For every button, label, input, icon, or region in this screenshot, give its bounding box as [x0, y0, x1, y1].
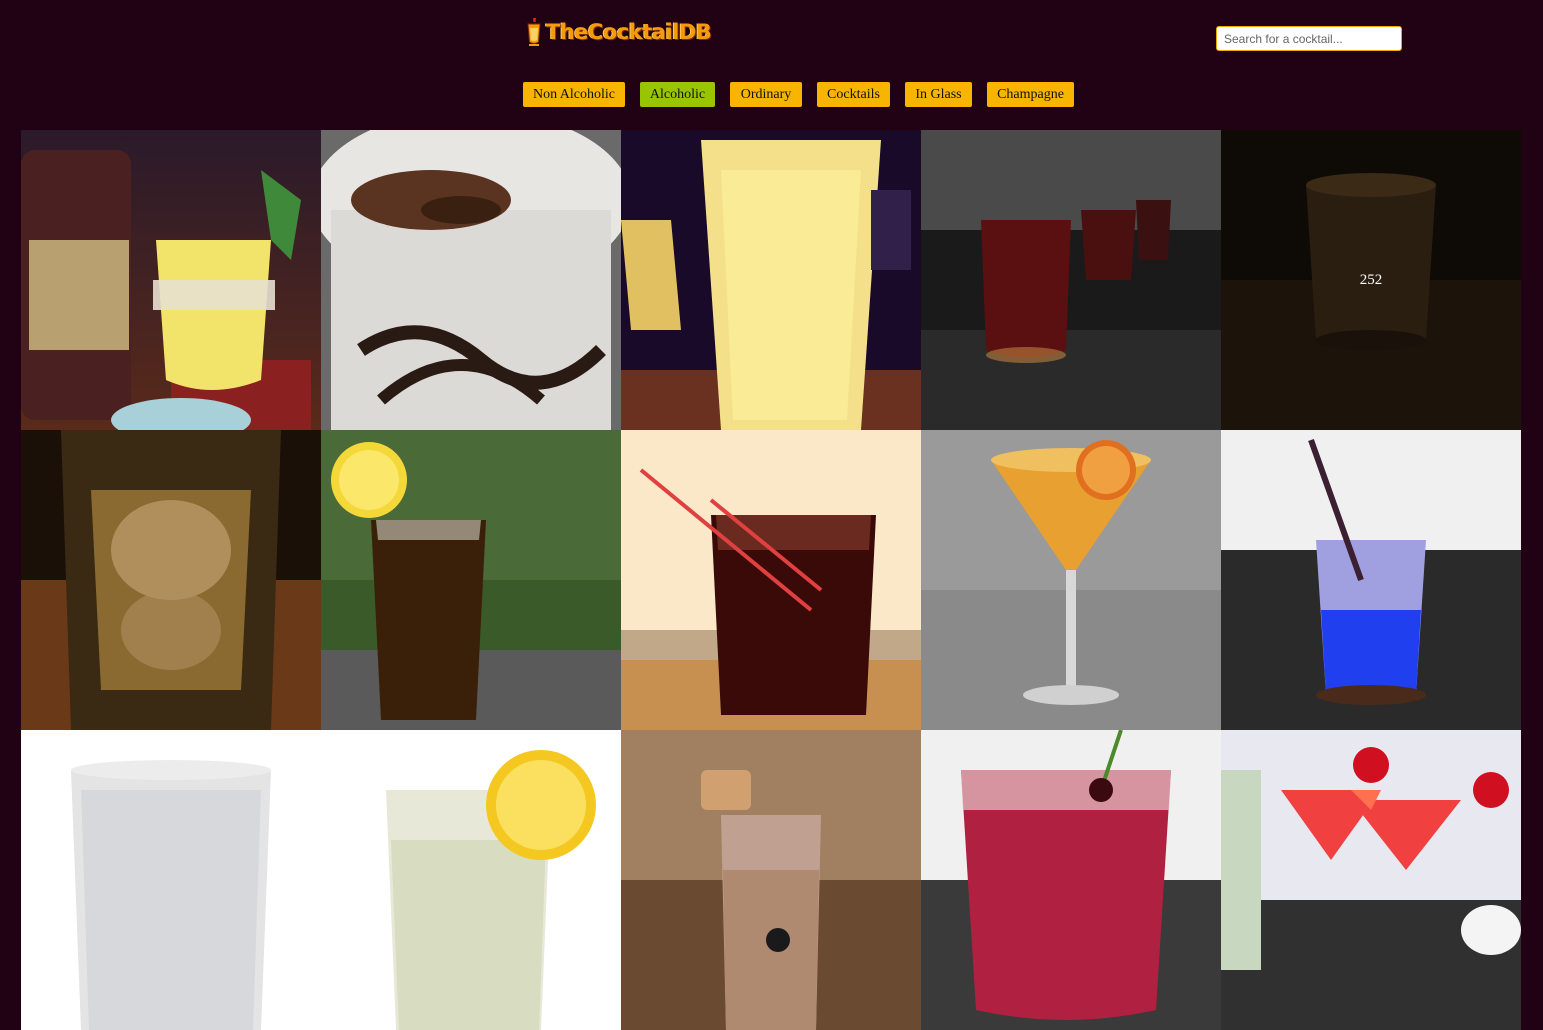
nav-button-cocktails[interactable]: Cocktails	[817, 82, 890, 107]
cocktail-tile[interactable]: 252	[1221, 130, 1521, 430]
nav-button-champagne[interactable]: Champagne	[987, 82, 1074, 107]
cocktail-photo	[321, 130, 621, 430]
cocktail-tile[interactable]	[621, 130, 921, 430]
cocktail-tile[interactable]	[21, 730, 321, 1030]
nav-button-alcoholic[interactable]: Alcoholic	[640, 82, 715, 107]
cocktail-photo	[1221, 730, 1521, 1030]
cocktail-photo	[321, 730, 621, 1030]
cocktail-tile[interactable]	[1221, 430, 1521, 730]
cocktail-photo	[621, 130, 921, 430]
cocktail-tile[interactable]	[921, 430, 1221, 730]
site-logo[interactable]: TheCocktailDB	[524, 14, 712, 50]
cocktail-photo	[921, 730, 1221, 1030]
site-logo-text: TheCocktailDB	[546, 20, 712, 44]
cocktail-grid: 252	[21, 130, 1521, 1030]
cocktail-tile[interactable]	[621, 730, 921, 1030]
cocktail-photo	[321, 430, 621, 730]
nav-button-non-alcoholic[interactable]: Non Alcoholic	[523, 82, 625, 107]
cocktail-photo	[1221, 430, 1521, 730]
cocktail-tile[interactable]	[21, 430, 321, 730]
cocktail-tile[interactable]	[21, 130, 321, 430]
cocktail-photo	[1221, 130, 1521, 430]
cocktail-tile[interactable]	[321, 730, 621, 1030]
cocktail-glass-icon	[527, 18, 541, 46]
cocktail-photo	[21, 430, 321, 730]
cocktail-photo	[621, 730, 921, 1030]
nav-button-ordinary[interactable]: Ordinary	[730, 82, 802, 107]
cocktail-tile[interactable]	[321, 130, 621, 430]
header: TheCocktailDB Non Alcoholic Alcoholic Or…	[0, 0, 1543, 130]
cocktail-photo	[621, 430, 921, 730]
cocktail-tile[interactable]	[921, 730, 1221, 1030]
cocktail-photo	[21, 730, 321, 1030]
cocktail-tile[interactable]	[321, 430, 621, 730]
cocktail-photo	[921, 130, 1221, 430]
search-input[interactable]	[1216, 26, 1402, 51]
cocktail-tile[interactable]	[621, 430, 921, 730]
cocktail-tile[interactable]	[921, 130, 1221, 430]
cocktail-tile[interactable]	[1221, 730, 1521, 1030]
nav-button-in-glass[interactable]: In Glass	[905, 82, 972, 107]
cocktail-photo	[921, 430, 1221, 730]
category-nav: Non Alcoholic Alcoholic Ordinary Cocktai…	[0, 82, 1543, 107]
cocktail-photo	[21, 130, 321, 430]
